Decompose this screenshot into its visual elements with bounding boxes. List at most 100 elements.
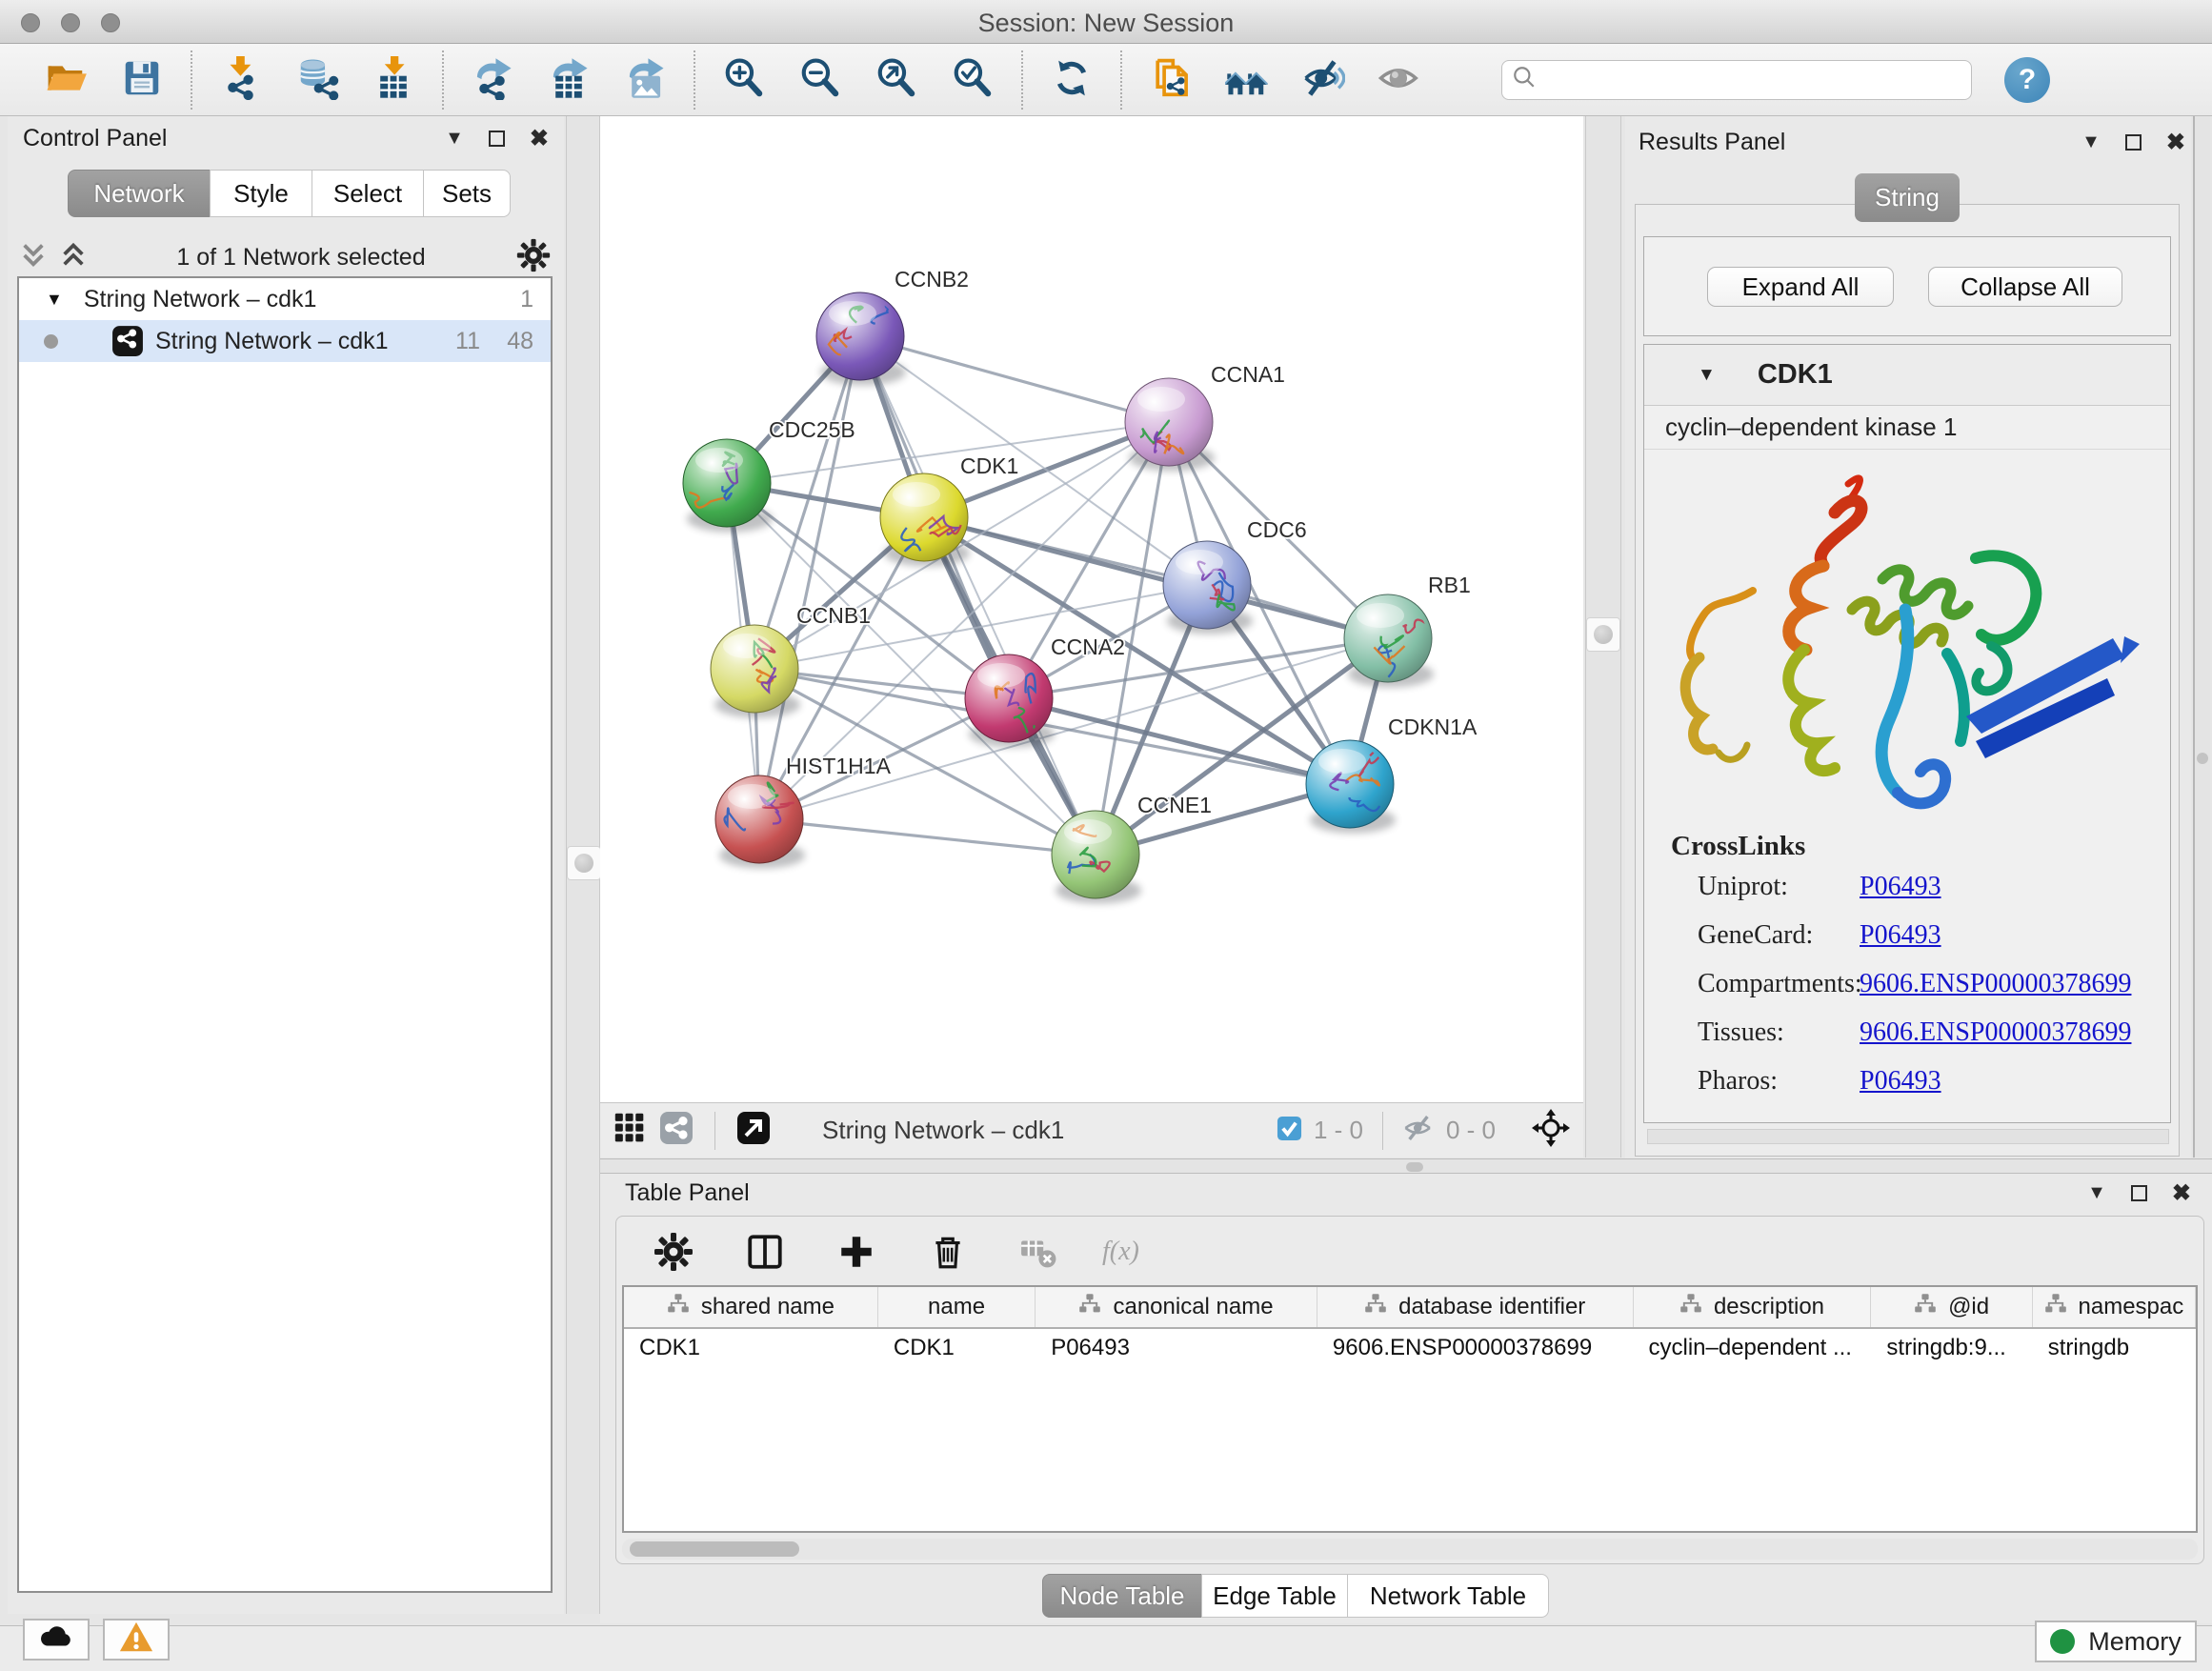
network-collection-row[interactable]: ▼ String Network – cdk1 1 xyxy=(19,278,551,320)
network-node-HIST1H1A[interactable]: HIST1H1A xyxy=(715,754,892,869)
network-overview-button[interactable] xyxy=(1216,51,1278,109)
zoom-out-button[interactable] xyxy=(789,51,852,109)
grid-view-icon[interactable] xyxy=(613,1112,646,1149)
panel-close-icon[interactable]: ✖ xyxy=(2166,129,2185,156)
edge-splitter-handle[interactable] xyxy=(2197,753,2208,764)
column-header-database-identifier[interactable]: database identifier xyxy=(1317,1287,1634,1327)
network-canvas[interactable]: CCNB2CCNA1CDC25BCDK1CDC6RB1CCNB1CCNA2CDK… xyxy=(600,116,1583,1158)
refresh-button[interactable] xyxy=(1040,51,1103,109)
export-network-button[interactable] xyxy=(461,51,524,109)
crosslink-link[interactable]: P06493 xyxy=(1860,1066,1941,1097)
crosslink-link[interactable]: P06493 xyxy=(1860,920,1941,951)
panel-close-icon[interactable]: ✖ xyxy=(530,125,549,152)
column-header-name[interactable]: name xyxy=(878,1287,1036,1327)
tab-select[interactable]: Select xyxy=(312,170,424,217)
node-label-CDKN1A: CDKN1A xyxy=(1388,715,1478,739)
search-input[interactable] xyxy=(1544,66,1961,94)
network-node-CDC6[interactable]: CDC6 xyxy=(1163,517,1307,634)
collection-expander-icon[interactable]: ▼ xyxy=(46,290,63,310)
open-in-window-icon[interactable] xyxy=(736,1111,771,1150)
hide-selected-button[interactable] xyxy=(1292,51,1355,109)
expand-all-networks-icon[interactable] xyxy=(61,242,86,273)
crosslink-link[interactable]: 9606.ENSP00000378699 xyxy=(1860,1017,2131,1048)
left-splitter[interactable] xyxy=(566,116,600,1614)
network-edge-CCNB2-CCNA1[interactable] xyxy=(860,336,1169,422)
show-columns-button[interactable] xyxy=(740,1228,790,1278)
network-options-gear-icon[interactable] xyxy=(516,238,551,277)
network-node-CDKN1A[interactable]: CDKN1A xyxy=(1306,715,1478,834)
warnings-button[interactable] xyxy=(103,1619,170,1661)
tab-style[interactable]: Style xyxy=(210,170,312,217)
scrollbar-thumb[interactable] xyxy=(630,1541,799,1557)
export-image-button[interactable] xyxy=(613,51,676,109)
network-edge-CCNB2-CCNE1[interactable] xyxy=(860,336,1096,855)
column-header--id[interactable]: @id xyxy=(1871,1287,2032,1327)
open-session-button[interactable] xyxy=(34,51,97,109)
tab-edge-table[interactable]: Edge Table xyxy=(1201,1574,1348,1618)
network-node-RB1[interactable]: RB1 xyxy=(1344,573,1471,688)
network-edge-HIST1H1A-CCNE1[interactable] xyxy=(759,819,1096,855)
results-scrollbar[interactable] xyxy=(1647,1129,2169,1144)
zoom-selected-button[interactable] xyxy=(941,51,1004,109)
table-horizontal-scrollbar[interactable] xyxy=(622,1539,2198,1560)
crosslink-link[interactable]: 9606.ENSP00000378699 xyxy=(1860,969,2131,999)
table-settings-button[interactable] xyxy=(649,1228,698,1278)
hidden-eye-icon[interactable] xyxy=(1402,1112,1435,1149)
tab-string[interactable]: String xyxy=(1855,173,1960,222)
tab-node-table[interactable]: Node Table xyxy=(1042,1574,1202,1618)
gene-expander-icon[interactable]: ▼ xyxy=(1698,365,1716,386)
gene-header[interactable]: ▼ CDK1 xyxy=(1644,345,2170,406)
network-edge-CCNB2-HIST1H1A[interactable] xyxy=(759,336,860,819)
right-splitter-handle[interactable] xyxy=(1586,617,1620,652)
column-header-shared-name[interactable]: shared name xyxy=(624,1287,878,1327)
column-header-canonical-name[interactable]: canonical name xyxy=(1036,1287,1317,1327)
column-header-description[interactable]: description xyxy=(1634,1287,1872,1327)
tab-network-table[interactable]: Network Table xyxy=(1347,1574,1549,1618)
network-node-CCNA1[interactable]: CCNA1 xyxy=(1125,362,1285,472)
tab-network[interactable]: Network xyxy=(68,170,211,217)
table-cell: CDK1 xyxy=(624,1329,878,1367)
expand-all-button[interactable]: Expand All xyxy=(1707,267,1894,307)
network-edge-CDK1-RB1[interactable] xyxy=(924,517,1388,638)
zoom-in-button[interactable] xyxy=(713,51,775,109)
network-row[interactable]: String Network – cdk1 11 48 xyxy=(19,320,551,362)
right-splitter[interactable] xyxy=(1585,116,1621,1158)
import-table-button[interactable] xyxy=(362,51,425,109)
network-node-CDK1[interactable]: CDK1 xyxy=(880,453,1018,567)
birdseye-navigator-icon[interactable] xyxy=(1532,1109,1570,1152)
memory-button[interactable]: Memory xyxy=(2035,1621,2197,1662)
horizontal-splitter-handle[interactable] xyxy=(1406,1162,1423,1172)
panel-menu-icon[interactable]: ▼ xyxy=(2087,1182,2106,1204)
panel-menu-icon[interactable]: ▼ xyxy=(445,128,464,150)
export-table-button[interactable] xyxy=(537,51,600,109)
column-header-namespac[interactable]: namespac xyxy=(2033,1287,2196,1327)
crosslink-link[interactable]: P06493 xyxy=(1860,872,1941,902)
panel-float-icon[interactable] xyxy=(489,131,505,147)
collapse-all-networks-icon[interactable] xyxy=(21,242,46,273)
panel-float-icon[interactable] xyxy=(2125,134,2142,151)
network-node-CCNB2[interactable]: CCNB2 xyxy=(816,267,969,386)
show-all-button[interactable] xyxy=(1368,51,1431,109)
help-button[interactable]: ? xyxy=(2004,57,2050,103)
left-splitter-handle[interactable] xyxy=(567,846,601,880)
tab-sets[interactable]: Sets xyxy=(423,170,511,217)
import-network-button[interactable] xyxy=(210,51,272,109)
collapse-all-button[interactable]: Collapse All xyxy=(1928,267,2122,307)
cloud-status-button[interactable] xyxy=(23,1619,90,1661)
panel-float-icon[interactable] xyxy=(2131,1185,2147,1201)
save-session-button[interactable] xyxy=(111,51,173,109)
add-column-button[interactable] xyxy=(832,1228,881,1278)
duplicate-network-button[interactable] xyxy=(1139,51,1202,109)
delete-column-button[interactable] xyxy=(923,1228,973,1278)
zoom-fit-button[interactable] xyxy=(865,51,928,109)
window-edge-splitter[interactable] xyxy=(2193,116,2210,1158)
panel-close-icon[interactable]: ✖ xyxy=(2172,1179,2191,1207)
table-row[interactable]: CDK1CDK1P064939606.ENSP00000378699cyclin… xyxy=(624,1329,2196,1367)
selected-checkbox-icon[interactable] xyxy=(1277,1116,1302,1146)
import-database-button[interactable] xyxy=(286,51,349,109)
horizontal-splitter[interactable] xyxy=(600,1158,2212,1174)
network-graph[interactable]: CCNB2CCNA1CDC25BCDK1CDC6RB1CCNB1CCNA2CDK… xyxy=(600,116,1583,1102)
network-node-CDC25B[interactable]: CDC25B xyxy=(683,417,855,533)
string-badge-icon[interactable] xyxy=(659,1111,694,1150)
panel-menu-icon[interactable]: ▼ xyxy=(2081,131,2101,153)
